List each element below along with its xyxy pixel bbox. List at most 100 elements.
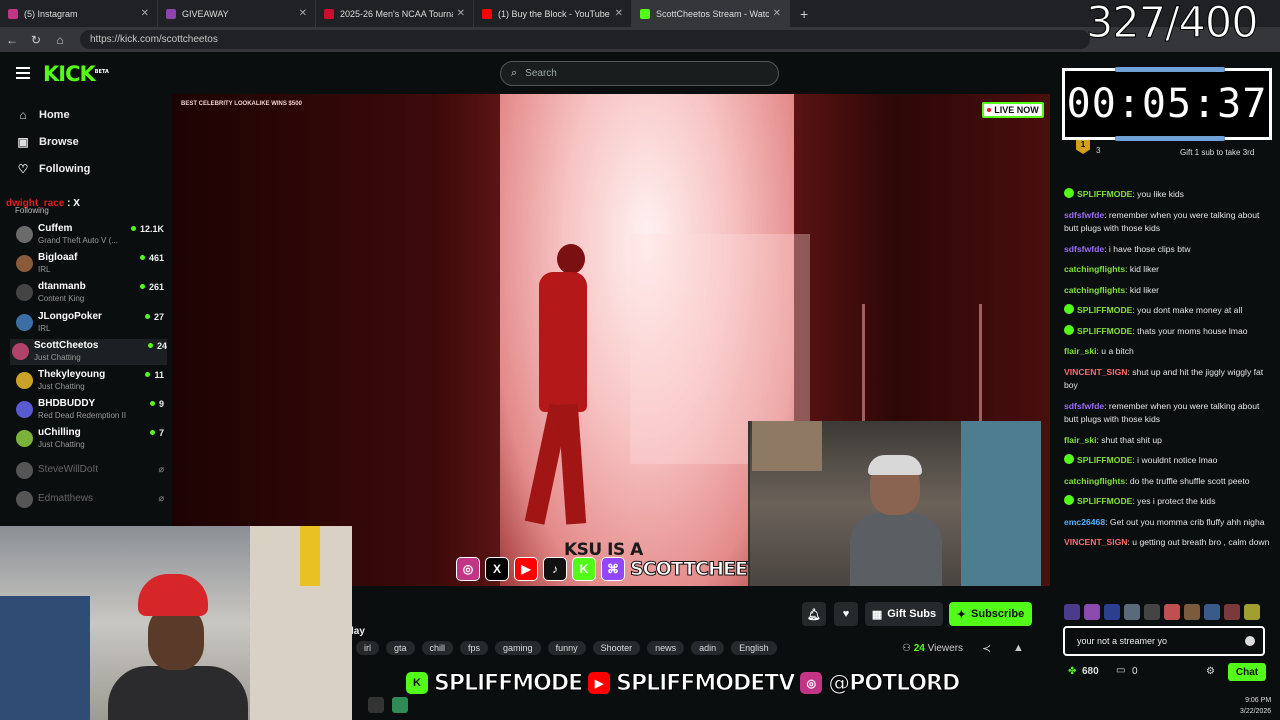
- sidebar-channel[interactable]: uChilling Just Chatting 7: [14, 426, 164, 452]
- channel-viewers: 7: [150, 428, 164, 438]
- chat-username[interactable]: flair_ski: [1064, 435, 1097, 445]
- emote-icon[interactable]: [1184, 604, 1200, 620]
- home-browser-icon[interactable]: ⌂: [48, 33, 72, 47]
- kick-logo[interactable]: KICKBETA: [43, 62, 109, 86]
- chat-username[interactable]: emc26468: [1064, 517, 1105, 527]
- new-tab-button[interactable]: +: [790, 6, 818, 22]
- browser-tab[interactable]: GIVEAWAY ✕: [158, 0, 316, 27]
- chat-username[interactable]: catchingflights: [1064, 476, 1125, 486]
- emote-icon[interactable]: [1224, 604, 1240, 620]
- chat-text: Get out you momma crib fluffy ahh nigha: [1109, 516, 1265, 527]
- channel-points[interactable]: 680: [1082, 666, 1099, 677]
- chat-input[interactable]: your not a streamer yo: [1063, 626, 1265, 656]
- follow-button[interactable]: ♥: [834, 602, 858, 626]
- chat-input-text: your not a streamer yo: [1077, 636, 1168, 646]
- emote-icon[interactable]: [1144, 604, 1160, 620]
- sidebar-channel[interactable]: BHDBUDDY Red Dead Redemption II 9: [14, 397, 164, 423]
- sidebar-channel[interactable]: JLongoPoker IRL 27: [14, 310, 164, 336]
- emoji-icon[interactable]: [1245, 636, 1255, 646]
- browser-tab[interactable]: 2025-26 Men's NCAA Tournament ✕: [316, 0, 474, 27]
- gift-subs-button[interactable]: ▦ Gift Subs: [865, 602, 943, 626]
- back-icon[interactable]: ←: [0, 33, 24, 47]
- viewer-count: ⚇ 24 Viewers: [902, 643, 964, 654]
- chat-text: kid liker: [1129, 284, 1160, 295]
- url-field[interactable]: https://kick.com/scottcheetos: [80, 30, 1090, 49]
- sidebar-channel-offline[interactable]: SteveWillDoIt ⌀: [14, 458, 164, 484]
- tag-shooter[interactable]: Shooter: [592, 641, 641, 655]
- chat-username[interactable]: catchingflights: [1064, 264, 1125, 274]
- report-icon[interactable]: ▲: [1013, 642, 1024, 654]
- tab-close-icon[interactable]: ✕: [615, 8, 623, 19]
- settings-gear-icon[interactable]: ⚙: [1206, 666, 1215, 677]
- menu-icon[interactable]: [16, 67, 30, 79]
- chat-username[interactable]: sdfsfwfde: [1064, 210, 1104, 220]
- chat-username[interactable]: flair_ski: [1064, 346, 1097, 356]
- tag-news[interactable]: news: [647, 641, 685, 655]
- emote-icon[interactable]: [1124, 604, 1140, 620]
- nav-item-browse[interactable]: ▣ Browse: [0, 128, 172, 155]
- channel-name: Bigloaaf: [38, 252, 78, 264]
- chat-username[interactable]: sdfsfwfde: [1064, 244, 1104, 254]
- windows-app-icon[interactable]: [392, 697, 408, 713]
- tab-close-icon[interactable]: ✕: [457, 8, 465, 19]
- share-icon[interactable]: ≺: [982, 642, 991, 655]
- home-icon: ⌂: [19, 107, 27, 122]
- tag-funny[interactable]: funny: [547, 641, 586, 655]
- channel-category: Just Chatting: [38, 440, 85, 450]
- chat-text: you like kids: [1137, 189, 1184, 199]
- sidebar-channel[interactable]: Cuffem Grand Theft Auto V (... 12.1K: [14, 222, 164, 248]
- channel-category: IRL: [38, 265, 51, 275]
- tag-english[interactable]: English: [731, 641, 777, 655]
- chat-username[interactable]: sdfsfwfde: [1064, 401, 1104, 411]
- emote-icon[interactable]: [1064, 604, 1080, 620]
- chat-text: shut that shit up: [1101, 434, 1162, 445]
- chat-username[interactable]: SPLIFFMODE: [1077, 496, 1132, 506]
- nav-item-home[interactable]: ⌂ Home: [0, 101, 172, 128]
- windows-app-icon[interactable]: [368, 697, 384, 713]
- browser-tab[interactable]: ScottCheetos Stream - Watch ✕: [632, 0, 790, 27]
- sidebar-channel[interactable]: dtanmanb Content King 261: [14, 280, 164, 306]
- chat-username[interactable]: SPLIFFMODE: [1077, 455, 1132, 465]
- tag-fps[interactable]: fps: [460, 641, 489, 655]
- sidebar-channel[interactable]: Thekyleyoung Just Chatting 11: [14, 368, 164, 394]
- tab-close-icon[interactable]: ✕: [299, 8, 307, 19]
- nav-item-following[interactable]: ♡ Following: [0, 155, 172, 182]
- chat-username[interactable]: VINCENT_SIGN: [1064, 537, 1128, 547]
- avatar: [16, 255, 33, 273]
- notification-bell-button[interactable]: 🔔︎: [802, 602, 826, 626]
- tag-list: irl gta chill fps gaming funny Shooter news adin…: [356, 641, 784, 655]
- chat-username[interactable]: SPLIFFMODE: [1077, 189, 1132, 199]
- sidebar-channel[interactable]: ScottCheetos Just Chatting 24: [10, 338, 167, 365]
- tab-close-icon[interactable]: ✕: [773, 8, 781, 19]
- tag-irl[interactable]: irl: [356, 641, 379, 655]
- sidebar-channel[interactable]: Bigloaaf IRL 461: [14, 251, 164, 277]
- tab-label: ScottCheetos Stream - Watch: [656, 8, 769, 19]
- chat-text: do the truffle shuffle scott peeto: [1129, 475, 1250, 486]
- tag-gaming[interactable]: gaming: [495, 641, 541, 655]
- chat-username[interactable]: SPLIFFMODE: [1077, 305, 1132, 315]
- emote-icon[interactable]: [1204, 604, 1220, 620]
- chat-username[interactable]: VINCENT_SIGN: [1064, 367, 1128, 377]
- search-input[interactable]: ⌕ Search: [500, 61, 779, 86]
- emote-icon[interactable]: [1164, 604, 1180, 620]
- instagram-icon: ◎: [800, 672, 823, 694]
- search-placeholder: Search: [525, 68, 557, 79]
- emote-icon[interactable]: [1084, 604, 1100, 620]
- browser-tab[interactable]: (1) Buy the Block - YouTube ✕: [474, 0, 632, 27]
- tag-gta[interactable]: gta: [386, 641, 415, 655]
- video-player[interactable]: BEST CELEBRITY LOOKALIKE WINS $500 LIVE …: [172, 94, 1050, 586]
- sidebar-channel-offline[interactable]: Edmatthews ⌀: [14, 487, 164, 513]
- tag-chill[interactable]: chill: [421, 641, 454, 655]
- tag-adin[interactable]: adin: [691, 641, 725, 655]
- tab-close-icon[interactable]: ✕: [141, 8, 149, 19]
- chat-username[interactable]: catchingflights: [1064, 285, 1125, 295]
- emote-icon[interactable]: [1104, 604, 1120, 620]
- channel-name: uChilling: [38, 427, 81, 439]
- gift-prompt[interactable]: Gift 1 sub to take 3rd: [1180, 148, 1254, 157]
- browser-tab[interactable]: (5) Instagram ✕: [0, 0, 158, 27]
- reload-icon[interactable]: ↻: [24, 33, 48, 47]
- chat-username[interactable]: SPLIFFMODE: [1077, 326, 1132, 336]
- emote-icon[interactable]: [1244, 604, 1260, 620]
- subscribe-button[interactable]: ✦ Subscribe: [949, 602, 1032, 626]
- send-chat-button[interactable]: Chat: [1228, 663, 1266, 681]
